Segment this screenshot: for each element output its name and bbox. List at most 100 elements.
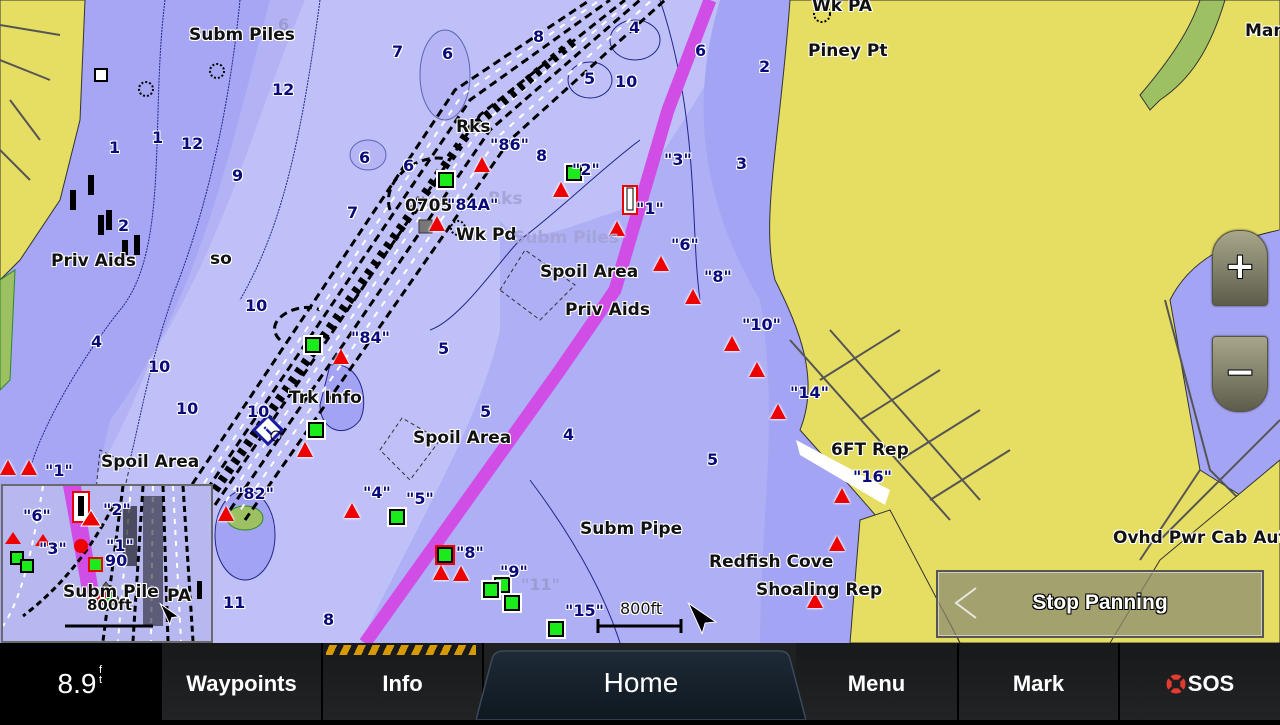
home-button[interactable]: Home [476, 649, 806, 720]
depth-sounding: 12 [181, 134, 204, 153]
depth-sounding: 5 [438, 339, 450, 358]
red-buoy-marker[interactable] [829, 536, 845, 551]
waypoints-button[interactable]: Waypoints [162, 643, 323, 720]
depth-sounding: 1 [109, 138, 121, 157]
red-buoy-marker[interactable] [453, 566, 469, 581]
stop-panning-label: Stop Panning [1032, 591, 1168, 614]
depth-value: 8.9 [57, 668, 97, 699]
red-buoy-marker[interactable] [770, 404, 786, 419]
depth-sounding: 12 [272, 80, 295, 99]
red-buoy-marker[interactable] [749, 362, 765, 377]
mark-button[interactable]: Mark [959, 643, 1120, 720]
red-buoy-marker[interactable] [429, 216, 445, 231]
marker-label: "10" [742, 315, 781, 334]
depth-sounding: 10 [176, 399, 199, 418]
red-buoy-marker[interactable] [297, 442, 313, 457]
scale-label: 800ft [620, 599, 663, 618]
menu-button[interactable]: Menu [796, 643, 959, 720]
depth-sounding: 10 [247, 402, 270, 421]
depth-sounding: 6 [695, 41, 707, 60]
marker-label: "15" [565, 601, 604, 620]
depth-readout[interactable]: 8.9 f t [0, 643, 162, 720]
depth-sounding: 2 [759, 57, 771, 76]
place-label: so [210, 249, 232, 269]
depth-sounding: 7 [347, 203, 359, 222]
red-buoy-marker[interactable] [433, 565, 449, 580]
inset-label: "3" [39, 539, 67, 558]
red-buoy-marker[interactable] [333, 349, 349, 364]
depth-sounding: 3 [736, 154, 748, 173]
green-marker[interactable] [435, 545, 455, 565]
depth-sounding: 1 [152, 128, 164, 147]
zoom-out-button[interactable]: − [1212, 336, 1268, 412]
marker-label: "16" [853, 467, 892, 486]
bottom-bar: 8.9 f t Waypoints Info Menu Mark SOS Home [0, 643, 1280, 720]
red-buoy-marker[interactable] [834, 488, 850, 503]
place-label: Ovhd Pwr Cab Aut [1113, 528, 1280, 548]
depth-sounding: 8 [536, 146, 548, 165]
depth-sounding: 4 [91, 332, 103, 351]
depth-sounding: 10 [148, 357, 171, 376]
marker-label: "3" [664, 150, 692, 169]
place-label: Priv Aids [565, 300, 650, 320]
stop-panning-button[interactable]: Stop Panning [936, 570, 1264, 638]
place-label: Priv Aids [51, 251, 136, 271]
inset-label: 90 [105, 551, 128, 570]
depth-sounding: 6 [442, 44, 454, 63]
depth-sounding: 5 [584, 69, 596, 88]
inset-scale-label: 800ft [87, 596, 133, 614]
place-label: Wk Pd [456, 225, 517, 245]
place-label: Redfish Cove [709, 552, 834, 572]
green-marker[interactable] [436, 170, 456, 190]
overview-inset-map[interactable]: "6" "2" "3" "1" 90 Subm Pile PA 800ft [1, 484, 213, 643]
place-label: Shoaling Rep [756, 580, 883, 600]
marker-label: "14" [790, 383, 829, 402]
red-buoy-marker[interactable] [21, 460, 37, 475]
green-marker[interactable] [546, 619, 566, 639]
place-label: Spoil Area [413, 428, 512, 448]
marker-label: "82" [235, 484, 274, 503]
green-marker[interactable] [387, 507, 407, 527]
red-buoy-marker[interactable] [0, 460, 16, 475]
green-marker[interactable] [306, 420, 326, 440]
place-label: Man [1245, 21, 1280, 41]
green-marker[interactable] [303, 335, 323, 355]
depth-sounding: 8 [533, 27, 545, 46]
red-buoy-marker[interactable] [553, 182, 569, 197]
lifebuoy-icon [1166, 674, 1186, 694]
depth-sounding: 4 [629, 18, 641, 37]
red-buoy-marker[interactable] [685, 289, 701, 304]
place-label: Spoil Area [540, 262, 639, 282]
depth-sounding: 8 [323, 610, 335, 629]
marker-label: "8" [456, 543, 484, 562]
depth-sounding: 4 [563, 425, 575, 444]
depth-sounding: 7 [392, 42, 404, 61]
red-buoy-marker[interactable] [653, 256, 669, 271]
place-label: Rks [456, 117, 491, 137]
place-label: Subm Pipe [580, 519, 683, 539]
marker-label: "1" [636, 199, 664, 218]
place-label: Subm Piles [513, 228, 619, 248]
marker-label: "2" [572, 160, 600, 179]
green-marker[interactable] [481, 580, 501, 600]
red-buoy-marker[interactable] [724, 336, 740, 351]
marker-label: "5" [406, 489, 434, 508]
green-marker[interactable] [502, 593, 522, 613]
red-buoy-marker[interactable] [344, 503, 360, 518]
place-label: Wk PA [812, 0, 873, 16]
red-buoy-marker[interactable] [218, 506, 234, 521]
inset-label: "6" [23, 506, 51, 525]
depth-unit: ft [98, 664, 102, 686]
plus-icon: + [1224, 246, 1256, 287]
red-buoy-marker[interactable] [474, 157, 490, 172]
marker-label: "6" [671, 235, 699, 254]
depth-sounding: 6 [359, 148, 371, 167]
sos-label: SOS [1187, 671, 1235, 696]
chart-map[interactable]: i Subm Piles Wk PA Piney Pt Man Rks Wk P… [0, 0, 1280, 643]
zoom-in-button[interactable]: + [1212, 230, 1268, 306]
depth-sounding: 11 [223, 593, 246, 612]
minus-icon: − [1224, 352, 1256, 393]
depth-sounding: 6 [278, 15, 290, 34]
depth-sounding: 10 [615, 72, 638, 91]
sos-button[interactable]: SOS [1120, 643, 1280, 720]
